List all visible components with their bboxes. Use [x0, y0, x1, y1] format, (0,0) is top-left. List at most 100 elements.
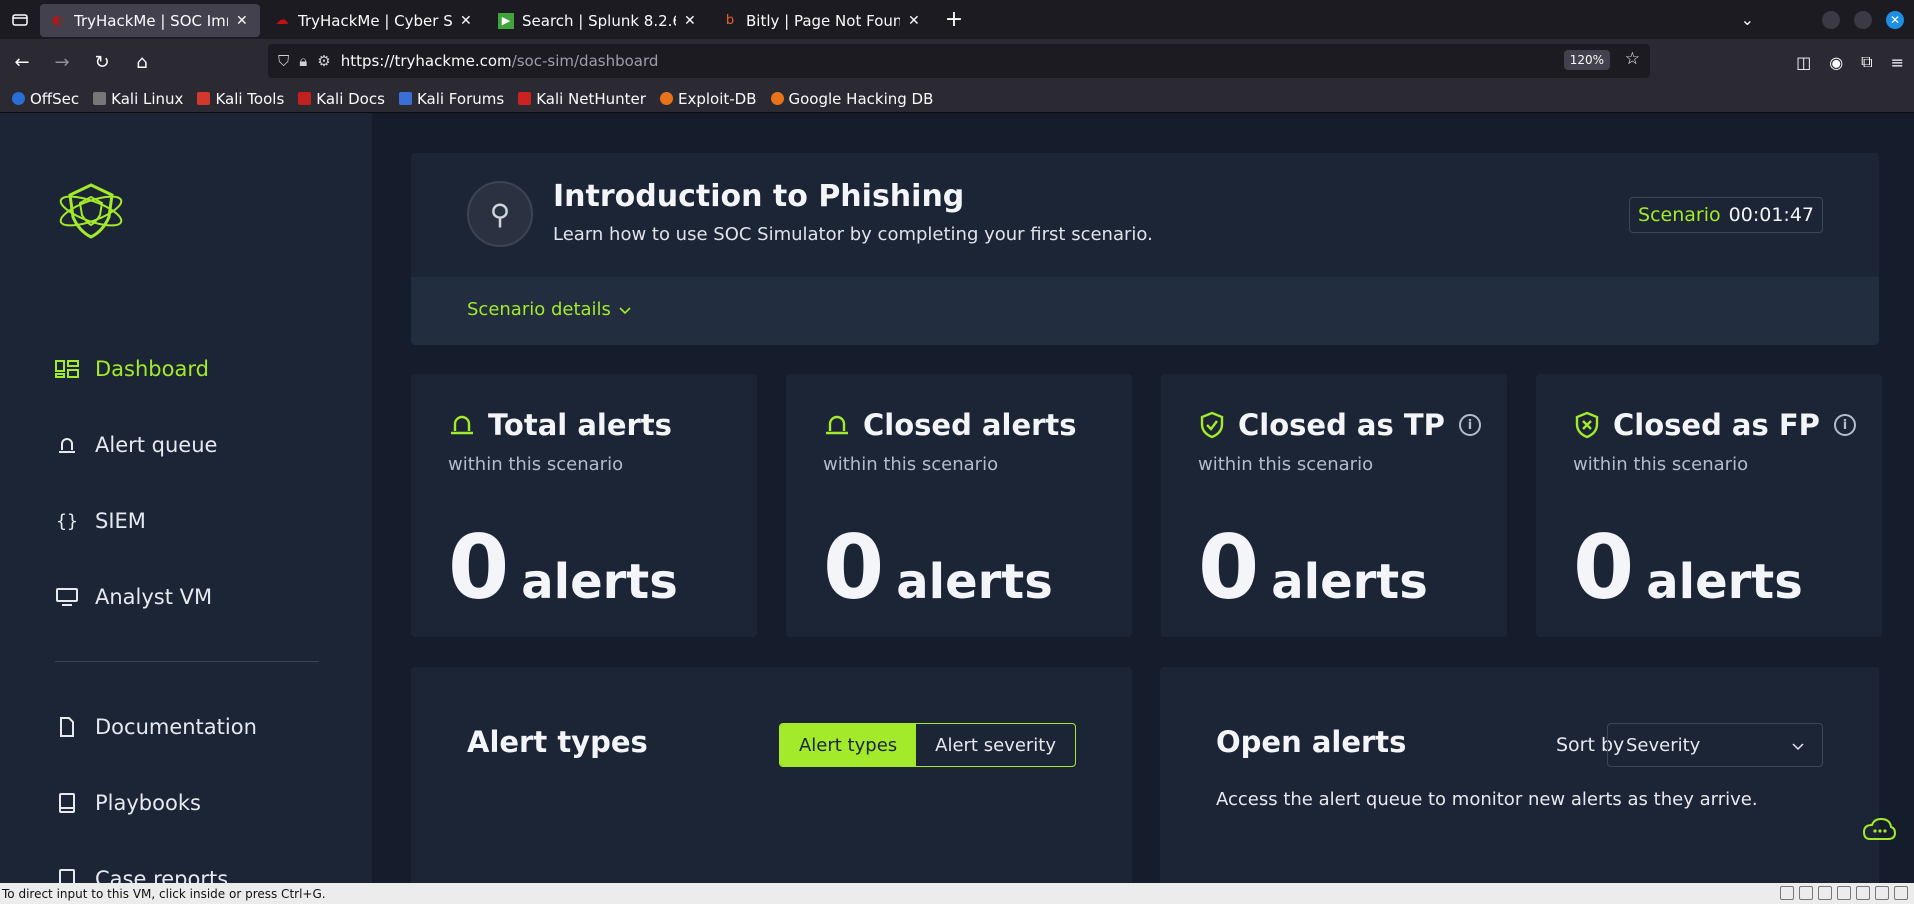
forward-icon[interactable]: →: [44, 44, 80, 80]
toggle-alert-types[interactable]: Alert types: [779, 724, 917, 766]
stat-subtitle: within this scenario: [1198, 454, 1374, 475]
scenario-timer: Scenario 00:01:47: [1629, 197, 1823, 233]
sidebar-item-documentation[interactable]: Documentation: [55, 715, 257, 739]
close-window-icon[interactable]: ✕: [1886, 10, 1904, 29]
sidebar-item-siem[interactable]: {} SIEM: [55, 509, 146, 533]
sidebar-item-label: Analyst VM: [95, 585, 213, 609]
browser-tab-3[interactable]: b Bitly | Page Not Found | 4 ✕: [712, 4, 932, 37]
menu-icon[interactable]: ≡: [1891, 53, 1904, 72]
bookmark-item[interactable]: Google Hacking DB: [770, 90, 933, 108]
stat-card-closed-tp: Closed as TP i within this scenario 0 al…: [1161, 374, 1507, 637]
shield-x-icon: [1573, 411, 1601, 439]
url-host: https://tryhackme.com: [340, 52, 512, 70]
url-bar[interactable]: ⛉ 🔒︎ ⚙ https://tryhackme.com/soc-sim/das…: [268, 44, 1650, 78]
browser-tab-2[interactable]: ▶ Search | Splunk 8.2.6 ✕: [488, 4, 708, 37]
bookmark-item[interactable]: Exploit-DB: [659, 90, 757, 108]
reload-icon[interactable]: ↻: [84, 44, 120, 80]
stat-card-closed-fp: Closed as FP i within this scenario 0 al…: [1536, 374, 1882, 637]
alert-types-card: Alert types Alert types Alert severity: [411, 667, 1132, 883]
stat-value: 0 alerts: [448, 524, 678, 612]
cd-icon[interactable]: [1799, 886, 1813, 900]
alert-queue-icon: [55, 433, 79, 457]
stat-number: 0: [1198, 516, 1260, 619]
toggle-alert-severity[interactable]: Alert severity: [916, 724, 1075, 766]
bookmark-item[interactable]: Kali Docs: [298, 90, 385, 108]
lock-icon: 🔒︎: [299, 52, 308, 70]
sidebar-item-playbooks[interactable]: Playbooks: [55, 791, 201, 815]
url-path: /soc-sim/dashboard: [511, 52, 659, 70]
stat-subtitle: within this scenario: [448, 454, 624, 475]
stat-unit: alerts: [896, 554, 1053, 610]
home-icon[interactable]: ⌂: [124, 44, 160, 80]
bookmark-star-icon[interactable]: ☆: [1625, 49, 1640, 69]
siem-braces-icon: {}: [56, 510, 78, 532]
phishing-hook-icon: ⚲: [467, 181, 533, 247]
sort-by-select[interactable]: Severity: [1607, 723, 1823, 767]
zoom-level[interactable]: 120%: [1563, 50, 1610, 70]
bookmark-item[interactable]: Kali Linux: [93, 90, 183, 108]
usb-icon[interactable]: [1837, 886, 1851, 900]
shared-folder-icon[interactable]: [1856, 886, 1870, 900]
scenario-card: ⚲ Introduction to Phishing Learn how to …: [411, 153, 1879, 345]
chevron-down-icon: [1792, 735, 1804, 756]
exploit-db-icon: [659, 92, 673, 105]
permissions-icon: ⚙: [317, 52, 331, 70]
thm-icon: ☁: [275, 13, 289, 28]
sidebar-item-analyst-vm[interactable]: Analyst VM: [55, 585, 212, 609]
chevron-down-icon[interactable]: ⌄: [1741, 10, 1754, 29]
vm-status-icons: [1780, 886, 1908, 900]
bookmark-item[interactable]: Kali Tools: [197, 90, 284, 108]
scenario-title: Introduction to Phishing: [553, 179, 965, 214]
tab-title: Search | Splunk 8.2.6: [522, 11, 676, 30]
audio-icon[interactable]: [1875, 886, 1889, 900]
browser-tab-bar: ◐ TryHackMe | SOC Immers ✕ ☁ TryHackMe |…: [0, 0, 1914, 39]
sidebar-item-label: Playbooks: [95, 791, 201, 815]
sidebar-item-alert-queue[interactable]: Alert queue: [55, 433, 217, 457]
bookmark-item[interactable]: Kali NetHunter: [518, 90, 646, 108]
stat-title: Total alerts: [488, 408, 672, 442]
network-icon[interactable]: [1818, 886, 1832, 900]
sidebar-item-dashboard[interactable]: Dashboard: [55, 357, 209, 381]
scenario-details-label: Scenario details: [467, 299, 611, 320]
hdd-icon[interactable]: [1780, 886, 1794, 900]
timer-label: Scenario: [1638, 204, 1721, 226]
close-icon[interactable]: ✕: [460, 13, 474, 29]
back-icon[interactable]: ←: [4, 44, 40, 80]
close-icon[interactable]: ✕: [684, 13, 698, 29]
bookmark-item[interactable]: Kali Forums: [398, 90, 504, 108]
open-alerts-description: Access the alert queue to monitor new al…: [1216, 789, 1758, 810]
dashboard-icon: [55, 357, 79, 381]
bookmark-item[interactable]: OffSec: [12, 90, 79, 108]
info-icon[interactable]: i: [1834, 414, 1856, 436]
stat-card-total-alerts: Total alerts within this scenario 0 aler…: [411, 374, 757, 637]
vm-status-text: To direct input to this VM, click inside…: [2, 886, 326, 901]
close-icon[interactable]: ✕: [908, 13, 922, 29]
minimize-icon[interactable]: [1822, 10, 1840, 29]
account-icon[interactable]: ◉: [1829, 53, 1843, 72]
display-icon[interactable]: [1894, 886, 1908, 900]
main-content: ⚲ Introduction to Phishing Learn how to …: [374, 113, 1914, 883]
stat-header: Closed as TP: [1198, 408, 1445, 442]
browser-tab-0[interactable]: ◐ TryHackMe | SOC Immers ✕: [40, 4, 260, 37]
pocket-icon[interactable]: ◫: [1796, 53, 1811, 72]
stat-subtitle: within this scenario: [1573, 454, 1749, 475]
soc-sim-logo-icon[interactable]: [56, 175, 126, 245]
stat-number: 0: [448, 516, 510, 619]
kali-docs-icon: [298, 92, 312, 105]
maximize-icon[interactable]: [1854, 10, 1872, 29]
new-tab-icon[interactable]: +: [936, 2, 972, 38]
stat-number: 0: [1573, 516, 1635, 619]
stat-title: Closed alerts: [863, 408, 1077, 442]
extensions-icon[interactable]: ⧉: [1861, 52, 1872, 72]
sort-by-value: Severity: [1626, 734, 1701, 756]
tab-list-icon[interactable]: [0, 0, 40, 39]
browser-tab-1[interactable]: ☁ TryHackMe | Cyber Securi ✕: [264, 4, 484, 37]
scenario-details-toggle[interactable]: Scenario details: [467, 299, 631, 320]
vm-status-bar: To direct input to this VM, click inside…: [0, 883, 1914, 904]
stat-title: Closed as TP: [1238, 408, 1445, 442]
info-icon[interactable]: i: [1459, 414, 1481, 436]
app-sidebar: Dashboard Alert queue {} SIEM Analyst VM…: [0, 113, 373, 891]
close-icon[interactable]: ✕: [236, 13, 250, 29]
chat-bot-icon[interactable]: [1854, 807, 1904, 857]
scenario-subtitle: Learn how to use SOC Simulator by comple…: [553, 224, 1153, 245]
